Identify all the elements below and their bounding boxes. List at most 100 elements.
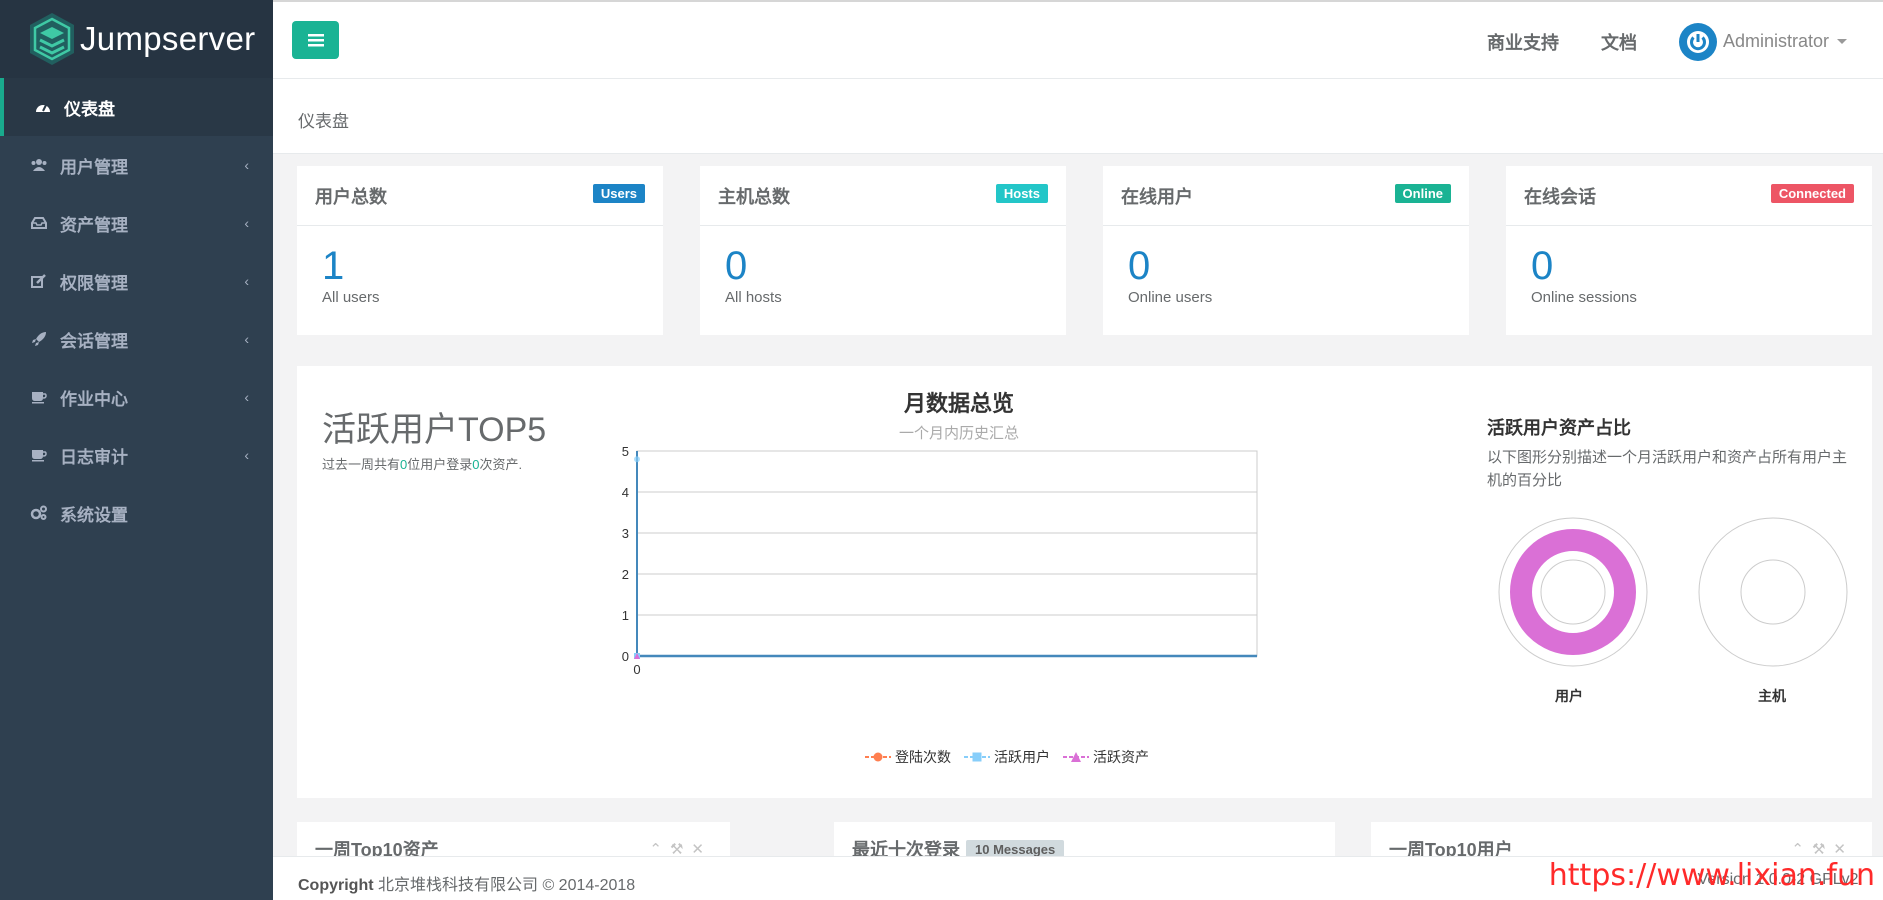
donut-inner-ring xyxy=(1740,559,1806,625)
y-tick-label: 3 xyxy=(622,526,629,541)
legend-item-active-assets[interactable]: 活跃资产 xyxy=(1063,747,1149,767)
sidebar-item-label: 日志审计 xyxy=(60,447,128,467)
x-tick-label: 0 xyxy=(633,662,640,677)
chevron-left-icon: ‹ xyxy=(244,215,249,231)
square-marker-icon xyxy=(964,752,990,762)
breadcrumb-bar: 仪表盘 xyxy=(273,79,1883,154)
sidebar-item-permissions[interactable]: 权限管理 ‹ xyxy=(0,252,273,310)
breadcrumb: 仪表盘 xyxy=(298,112,349,131)
chart-subtitle: 一个月内历史汇总 xyxy=(898,425,1019,442)
top5-desc-text: 次资产. xyxy=(479,457,523,472)
stat-subtitle: Online sessions xyxy=(1531,289,1637,306)
stat-title: 在线用户 xyxy=(1121,187,1193,207)
menu-toggle-button[interactable] xyxy=(292,21,339,59)
user-menu[interactable]: Administrator xyxy=(1678,22,1847,61)
stat-header: 主机总数 Hosts xyxy=(700,166,1066,226)
chevron-left-icon: ‹ xyxy=(244,389,249,405)
sidebar-item-label: 作业中心 xyxy=(60,389,128,409)
axis-marker xyxy=(634,456,640,463)
stat-box-users: 用户总数 Users 1 All users xyxy=(297,166,663,335)
stat-box-hosts: 主机总数 Hosts 0 All hosts xyxy=(700,166,1066,335)
brand[interactable]: Jumpserver xyxy=(0,0,273,78)
sidebar-item-label: 权限管理 xyxy=(60,273,128,293)
avatar xyxy=(1678,22,1717,61)
sidebar-item-audit[interactable]: 日志审计 ‹ xyxy=(0,426,273,484)
sidebar-item-jobs[interactable]: 作业中心 ‹ xyxy=(0,368,273,426)
sidebar-item-label: 仪表盘 xyxy=(64,99,115,119)
jumpserver-logo-icon xyxy=(30,13,74,65)
copyright-label: Copyright xyxy=(298,877,374,894)
stat-title: 主机总数 xyxy=(718,187,790,207)
chevron-left-icon: ‹ xyxy=(244,331,249,347)
sidebar-item-users[interactable]: 用户管理 ‹ xyxy=(0,136,273,194)
legend-label: 活跃资产 xyxy=(1093,749,1149,765)
stat-header: 在线会话 Connected xyxy=(1506,166,1872,226)
monthly-line-chart: 0 1 2 3 4 5 0 xyxy=(622,446,1258,677)
stat-title: 在线会话 xyxy=(1524,187,1596,207)
top5-description: 过去一周共有0位用户登录0次资产. xyxy=(322,454,522,473)
caret-down-icon xyxy=(1837,39,1847,44)
sidebar-item-dashboard[interactable]: 仪表盘 xyxy=(0,78,273,136)
rocket-icon xyxy=(30,331,48,347)
top5-title: 活跃用户TOP5 xyxy=(322,411,547,449)
copyright-text: 北京堆栈科技有限公司 © 2014-2018 xyxy=(378,877,636,894)
coffee-icon xyxy=(30,389,48,405)
docs-link[interactable]: 文档 xyxy=(1601,29,1637,55)
status-badge: Online xyxy=(1394,184,1451,203)
dashboard-icon xyxy=(34,99,52,115)
legend-label: 活跃用户 xyxy=(994,749,1050,765)
hamburger-icon xyxy=(307,34,324,47)
status-badge: Hosts xyxy=(995,184,1048,203)
topbar: 商业支持 文档 Administrator xyxy=(273,0,1883,79)
business-support-link[interactable]: 商业支持 xyxy=(1487,29,1559,55)
ratio-title: 活跃用户资产占比 xyxy=(1487,418,1631,438)
top5-desc-text: 过去一周共有 xyxy=(322,457,401,472)
donut-inner-ring xyxy=(1540,559,1606,625)
stat-value: 1 xyxy=(322,244,345,288)
chevron-left-icon: ‹ xyxy=(244,447,249,463)
sidebar: Jumpserver 仪表盘 用户管理 ‹ 资产管理 ‹ 权限管理 ‹ 会话管理… xyxy=(0,0,273,900)
top-links: 商业支持 文档 Administrator xyxy=(1445,2,1847,81)
y-tick-label: 0 xyxy=(622,649,629,664)
coffee-icon xyxy=(30,447,48,463)
stat-subtitle: All hosts xyxy=(725,289,782,306)
sidebar-item-sessions[interactable]: 会话管理 ‹ xyxy=(0,310,273,368)
stat-title: 用户总数 xyxy=(315,187,387,207)
chevron-left-icon: ‹ xyxy=(244,157,249,173)
host-ratio-donut xyxy=(1698,517,1848,667)
sidebar-item-label: 会话管理 xyxy=(60,331,128,351)
plot-area xyxy=(636,450,1258,657)
edit-icon xyxy=(30,273,48,289)
y-tick-label: 1 xyxy=(622,608,629,623)
y-tick-label: 4 xyxy=(622,485,629,500)
chart-title: 月数据总览 xyxy=(903,391,1014,416)
power-icon xyxy=(1686,30,1709,53)
user-ratio-donut xyxy=(1498,517,1648,667)
donut-label-hosts: 主机 xyxy=(1758,688,1786,704)
sidebar-item-label: 用户管理 xyxy=(60,157,128,177)
stat-header: 用户总数 Users xyxy=(297,166,663,226)
watermark: https://www.lixian.fun xyxy=(1548,858,1875,893)
legend-label: 登陆次数 xyxy=(895,749,951,765)
status-badge: Users xyxy=(592,184,645,203)
stat-box-online-users: 在线用户 Online 0 Online users xyxy=(1103,166,1469,335)
username: Administrator xyxy=(1722,31,1829,51)
donut-label-users: 用户 xyxy=(1555,688,1583,704)
legend-item-active-users[interactable]: 活跃用户 xyxy=(964,747,1050,767)
chart-legend: 登陆次数 活跃用户 活跃资产 xyxy=(865,747,1162,767)
stat-value: 0 xyxy=(725,244,748,288)
stat-header: 在线用户 Online xyxy=(1103,166,1469,226)
stat-box-online-sessions: 在线会话 Connected 0 Online sessions xyxy=(1506,166,1872,335)
legend-item-logins[interactable]: 登陆次数 xyxy=(865,747,951,767)
sidebar-item-label: 系统设置 xyxy=(60,505,128,525)
sidebar-item-assets[interactable]: 资产管理 ‹ xyxy=(0,194,273,252)
ratio-description: 以下图形分别描述一个月活跃用户和资产占所有用户主机的百分比 xyxy=(1487,449,1848,489)
gears-icon xyxy=(30,505,48,521)
y-tick-label: 2 xyxy=(622,567,629,582)
top5-assets-count: 0 xyxy=(472,457,480,472)
status-badge: Connected xyxy=(1770,184,1854,203)
sidebar-item-settings[interactable]: 系统设置 xyxy=(0,484,273,542)
chevron-left-icon: ‹ xyxy=(244,273,249,289)
sidebar-nav: 仪表盘 用户管理 ‹ 资产管理 ‹ 权限管理 ‹ 会话管理 ‹ 作业中心 ‹ 日… xyxy=(0,78,273,542)
brand-name: Jumpserver xyxy=(80,20,256,57)
